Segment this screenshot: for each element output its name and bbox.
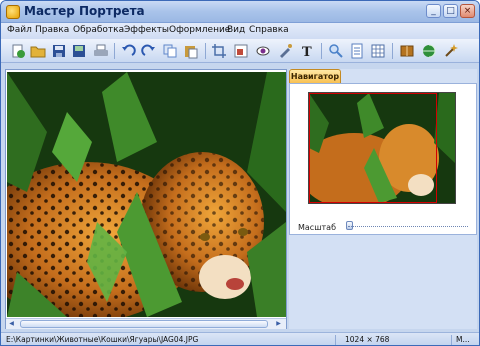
toolbar: T [1,39,479,63]
status-separator [451,335,452,345]
tab-navigator[interactable]: Навигатор [289,69,341,83]
menu-process[interactable]: Обработка [73,25,124,35]
undo-icon[interactable] [120,43,136,59]
page-icon[interactable] [349,43,365,59]
svg-text:T: T [302,45,312,59]
status-bar: E:\Картинки\Животные\Кошки\Ягуары\JAG04.… [1,332,479,345]
scroll-thumb[interactable] [20,320,268,328]
zoom-icon[interactable] [328,43,344,59]
paste-icon[interactable] [183,43,199,59]
toolbar-separator [392,43,393,59]
print-icon[interactable] [93,43,109,59]
close-button[interactable]: × [460,4,475,18]
title-bar[interactable]: Мастер Портрета _ □ × [1,1,479,23]
navigator-panel: Навигатор Масштаб [289,69,477,329]
book-icon[interactable] [399,43,415,59]
menu-effects[interactable]: Эффекты [124,25,169,35]
navigator-thumbnail[interactable] [308,92,456,204]
navigator-body: Масштаб [289,83,477,235]
status-file-path: E:\Картинки\Животные\Кошки\Ягуары\JAG04.… [6,335,199,344]
menu-design[interactable]: Оформление [169,25,230,35]
minimize-button[interactable]: _ [426,4,441,18]
globe-icon[interactable] [421,43,437,59]
menu-bar: Файл Правка Обработка Эффекты Оформление… [1,23,479,39]
visible-area-frame[interactable] [309,93,437,203]
save-icon[interactable] [51,43,67,59]
jaguar-photo [7,72,286,317]
scale-label: Масштаб [298,223,337,232]
status-extra: M... [456,335,470,344]
status-dimensions: 1024 × 768 [345,335,390,344]
resize-icon[interactable] [233,43,249,59]
copy-icon[interactable] [162,43,178,59]
toolbar-separator [114,43,115,59]
menu-view[interactable]: Вид [227,25,245,35]
toolbar-separator [321,43,322,59]
redo-icon[interactable] [141,43,157,59]
open-folder-icon[interactable] [30,43,46,59]
red-eye-icon[interactable] [255,43,271,59]
scroll-left-icon[interactable]: ◀ [6,319,17,329]
scale-slider[interactable] [348,226,468,230]
app-icon [6,5,20,19]
toolbar-separator [205,43,206,59]
app-window: Мастер Портрета _ □ × Файл Правка Обрабо… [0,0,480,346]
wizard-icon[interactable] [443,43,459,59]
window-title: Мастер Портрета [24,4,145,18]
maximize-button[interactable]: □ [443,4,458,18]
grid-icon[interactable] [370,43,386,59]
horizontal-scrollbar[interactable]: ◀ ▶ [6,318,286,329]
menu-file[interactable]: Файл [7,25,32,35]
menu-edit[interactable]: Правка [35,25,69,35]
status-separator [335,335,336,345]
save-as-icon[interactable] [71,43,87,59]
text-icon[interactable]: T [299,43,315,60]
brush-icon[interactable] [277,43,293,59]
image-canvas[interactable]: ◀ ▶ [5,69,287,329]
crop-icon[interactable] [211,43,227,59]
scroll-right-icon[interactable]: ▶ [273,319,284,329]
menu-help[interactable]: Справка [249,25,289,35]
new-file-icon[interactable] [10,43,26,59]
